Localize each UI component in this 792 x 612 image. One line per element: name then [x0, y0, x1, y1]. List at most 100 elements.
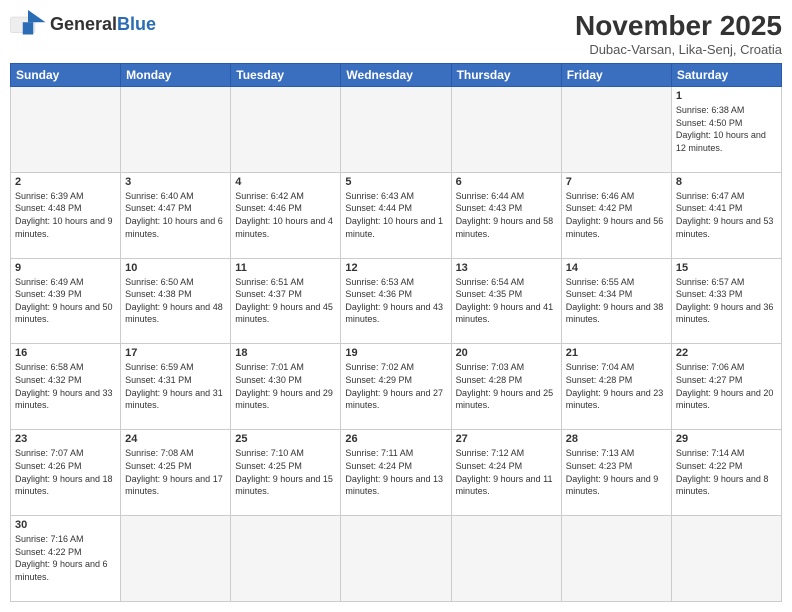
calendar-cell-w1-d1 [11, 87, 121, 173]
day-info: Sunrise: 6:40 AMSunset: 4:47 PMDaylight:… [125, 190, 226, 240]
calendar-cell-w5-d4: 26 Sunrise: 7:11 AMSunset: 4:24 PMDayligh… [341, 430, 451, 516]
day-info: Sunrise: 6:47 AMSunset: 4:41 PMDaylight:… [676, 190, 777, 240]
calendar-cell-w4-d7: 22 Sunrise: 7:06 AMSunset: 4:27 PMDayligh… [671, 344, 781, 430]
calendar-cell-w5-d5: 27 Sunrise: 7:12 AMSunset: 4:24 PMDayligh… [451, 430, 561, 516]
day-info: Sunrise: 6:49 AMSunset: 4:39 PMDaylight:… [15, 276, 116, 326]
col-thursday: Thursday [451, 64, 561, 87]
calendar-cell-w2-d7: 8 Sunrise: 6:47 AMSunset: 4:41 PMDaylight… [671, 172, 781, 258]
col-saturday: Saturday [671, 64, 781, 87]
calendar-cell-w5-d3: 25 Sunrise: 7:10 AMSunset: 4:25 PMDayligh… [231, 430, 341, 516]
day-info: Sunrise: 6:57 AMSunset: 4:33 PMDaylight:… [676, 276, 777, 326]
calendar-cell-w6-d1: 30Sunrise: 7:16 AMSunset: 4:22 PMDayligh… [11, 516, 121, 602]
day-info: Sunrise: 6:44 AMSunset: 4:43 PMDaylight:… [456, 190, 557, 240]
generalblue-logo-icon [10, 10, 46, 38]
calendar-cell-w2-d6: 7 Sunrise: 6:46 AMSunset: 4:42 PMDaylight… [561, 172, 671, 258]
day-number: 12 [345, 262, 446, 274]
calendar-cell-w5-d1: 23Sunrise: 7:07 AMSunset: 4:26 PMDayligh… [11, 430, 121, 516]
day-number: 18 [235, 347, 336, 359]
day-info: Sunrise: 7:13 AMSunset: 4:23 PMDaylight:… [566, 447, 667, 497]
page: GeneralBlue November 2025 Dubac-Varsan, … [0, 0, 792, 612]
day-info: Sunrise: 7:01 AMSunset: 4:30 PMDaylight:… [235, 361, 336, 411]
col-wednesday: Wednesday [341, 64, 451, 87]
calendar-cell-w1-d5 [451, 87, 561, 173]
calendar-week-5: 23Sunrise: 7:07 AMSunset: 4:26 PMDayligh… [11, 430, 782, 516]
day-info: Sunrise: 7:07 AMSunset: 4:26 PMDaylight:… [15, 447, 116, 497]
day-number: 25 [235, 433, 336, 445]
day-info: Sunrise: 6:54 AMSunset: 4:35 PMDaylight:… [456, 276, 557, 326]
day-info: Sunrise: 7:08 AMSunset: 4:25 PMDaylight:… [125, 447, 226, 497]
day-number: 26 [345, 433, 446, 445]
day-number: 6 [456, 176, 557, 188]
day-info: Sunrise: 7:12 AMSunset: 4:24 PMDaylight:… [456, 447, 557, 497]
calendar-cell-w6-d5 [451, 516, 561, 602]
calendar-cell-w6-d4 [341, 516, 451, 602]
day-info: Sunrise: 7:03 AMSunset: 4:28 PMDaylight:… [456, 361, 557, 411]
day-number: 17 [125, 347, 226, 359]
day-number: 11 [235, 262, 336, 274]
calendar-header-row: Sunday Monday Tuesday Wednesday Thursday… [11, 64, 782, 87]
calendar-cell-w4-d5: 20Sunrise: 7:03 AMSunset: 4:28 PMDayligh… [451, 344, 561, 430]
calendar-cell-w6-d2 [121, 516, 231, 602]
col-monday: Monday [121, 64, 231, 87]
day-info: Sunrise: 6:55 AMSunset: 4:34 PMDaylight:… [566, 276, 667, 326]
day-info: Sunrise: 6:51 AMSunset: 4:37 PMDaylight:… [235, 276, 336, 326]
day-number: 15 [676, 262, 777, 274]
calendar-cell-w5-d6: 28 Sunrise: 7:13 AMSunset: 4:23 PMDayligh… [561, 430, 671, 516]
day-number: 10 [125, 262, 226, 274]
calendar-cell-w2-d2: 3Sunrise: 6:40 AMSunset: 4:47 PMDaylight… [121, 172, 231, 258]
calendar-cell-w6-d7 [671, 516, 781, 602]
day-info: Sunrise: 6:43 AMSunset: 4:44 PMDaylight:… [345, 190, 446, 240]
day-info: Sunrise: 6:53 AMSunset: 4:36 PMDaylight:… [345, 276, 446, 326]
calendar-cell-w1-d7: 1Sunrise: 6:38 AMSunset: 4:50 PMDaylight… [671, 87, 781, 173]
calendar-cell-w3-d4: 12 Sunrise: 6:53 AMSunset: 4:36 PMDayligh… [341, 258, 451, 344]
day-number: 9 [15, 262, 116, 274]
calendar-cell-w3-d1: 9 Sunrise: 6:49 AMSunset: 4:39 PMDaylight… [11, 258, 121, 344]
day-info: Sunrise: 7:04 AMSunset: 4:28 PMDaylight:… [566, 361, 667, 411]
calendar-week-4: 16Sunrise: 6:58 AMSunset: 4:32 PMDayligh… [11, 344, 782, 430]
calendar-cell-w1-d6 [561, 87, 671, 173]
day-number: 24 [125, 433, 226, 445]
day-info: Sunrise: 7:02 AMSunset: 4:29 PMDaylight:… [345, 361, 446, 411]
calendar-week-2: 2 Sunrise: 6:39 AMSunset: 4:48 PMDaylight… [11, 172, 782, 258]
day-number: 8 [676, 176, 777, 188]
calendar-cell-w1-d4 [341, 87, 451, 173]
day-number: 4 [235, 176, 336, 188]
day-number: 5 [345, 176, 446, 188]
logo-text: GeneralBlue [50, 14, 156, 35]
calendar-cell-w3-d7: 15 Sunrise: 6:57 AMSunset: 4:33 PMDayligh… [671, 258, 781, 344]
calendar-cell-w5-d2: 24 Sunrise: 7:08 AMSunset: 4:25 PMDayligh… [121, 430, 231, 516]
calendar-week-3: 9 Sunrise: 6:49 AMSunset: 4:39 PMDaylight… [11, 258, 782, 344]
calendar-cell-w3-d3: 11 Sunrise: 6:51 AMSunset: 4:37 PMDayligh… [231, 258, 341, 344]
day-number: 22 [676, 347, 777, 359]
day-info: Sunrise: 6:42 AMSunset: 4:46 PMDaylight:… [235, 190, 336, 240]
calendar-cell-w4-d1: 16Sunrise: 6:58 AMSunset: 4:32 PMDayligh… [11, 344, 121, 430]
calendar-cell-w1-d2 [121, 87, 231, 173]
day-info: Sunrise: 6:59 AMSunset: 4:31 PMDaylight:… [125, 361, 226, 411]
day-number: 16 [15, 347, 116, 359]
calendar-cell-w5-d7: 29Sunrise: 7:14 AMSunset: 4:22 PMDayligh… [671, 430, 781, 516]
day-info: Sunrise: 7:06 AMSunset: 4:27 PMDaylight:… [676, 361, 777, 411]
day-info: Sunrise: 7:14 AMSunset: 4:22 PMDaylight:… [676, 447, 777, 497]
calendar-cell-w1-d3 [231, 87, 341, 173]
day-number: 28 [566, 433, 667, 445]
day-info: Sunrise: 6:46 AMSunset: 4:42 PMDaylight:… [566, 190, 667, 240]
day-number: 21 [566, 347, 667, 359]
col-tuesday: Tuesday [231, 64, 341, 87]
day-info: Sunrise: 6:50 AMSunset: 4:38 PMDaylight:… [125, 276, 226, 326]
month-title: November 2025 [575, 10, 782, 42]
day-number: 7 [566, 176, 667, 188]
day-info: Sunrise: 7:11 AMSunset: 4:24 PMDaylight:… [345, 447, 446, 497]
title-block: November 2025 Dubac-Varsan, Lika-Senj, C… [575, 10, 782, 57]
calendar-table: Sunday Monday Tuesday Wednesday Thursday… [10, 63, 782, 602]
calendar-cell-w4-d2: 17 Sunrise: 6:59 AMSunset: 4:31 PMDayligh… [121, 344, 231, 430]
day-info: Sunrise: 6:39 AMSunset: 4:48 PMDaylight:… [15, 190, 116, 240]
header: GeneralBlue November 2025 Dubac-Varsan, … [10, 10, 782, 57]
calendar-cell-w6-d6 [561, 516, 671, 602]
logo: GeneralBlue [10, 10, 156, 38]
calendar-cell-w4-d4: 19Sunrise: 7:02 AMSunset: 4:29 PMDayligh… [341, 344, 451, 430]
day-number: 30 [15, 519, 116, 531]
day-number: 2 [15, 176, 116, 188]
day-info: Sunrise: 7:10 AMSunset: 4:25 PMDaylight:… [235, 447, 336, 497]
day-number: 13 [456, 262, 557, 274]
day-number: 27 [456, 433, 557, 445]
